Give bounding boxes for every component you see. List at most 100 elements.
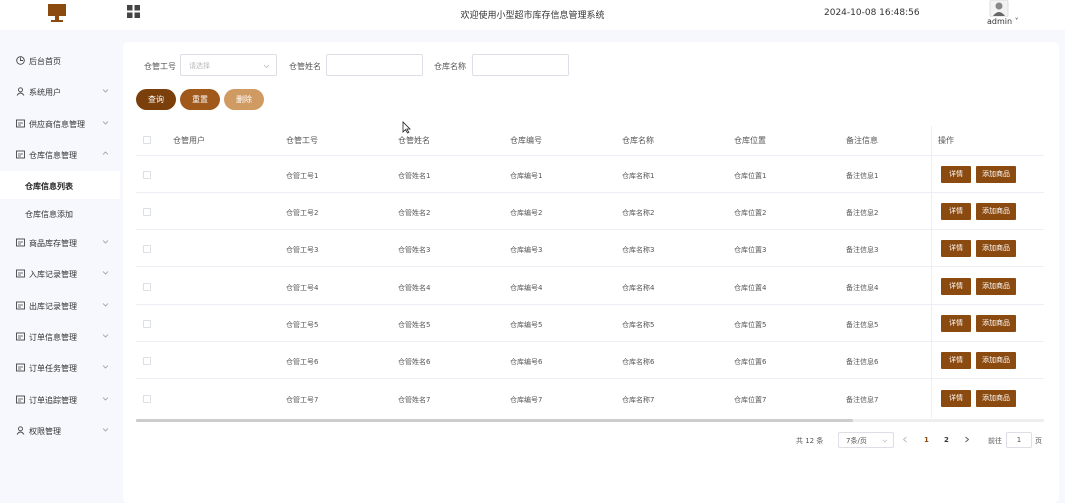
cell-manager-name: 仓管姓名6 [398, 358, 431, 366]
cell-manager-name: 仓管姓名5 [398, 321, 431, 329]
chevron-down-icon [102, 428, 109, 432]
manager-name-label: 仓管姓名 [289, 62, 321, 71]
warehouse-name-input[interactable] [472, 54, 569, 76]
add-goods-button[interactable]: 添加商品 [976, 278, 1016, 295]
cell-warehouse-no: 仓库编号5 [510, 321, 543, 329]
add-goods-button[interactable]: 添加商品 [976, 390, 1016, 407]
detail-button[interactable]: 详情 [941, 203, 971, 220]
datetime-display: 2024-10-08 16:48:56 [824, 8, 920, 18]
total-count: 共 12 条 [796, 437, 824, 445]
row-checkbox[interactable] [143, 245, 151, 253]
cell-warehouse-no: 仓库编号6 [510, 358, 543, 366]
user-avatar-icon[interactable] [989, 0, 1009, 17]
sidebar-item-order-info[interactable]: 订单信息管理 [0, 322, 120, 350]
sidebar-item-label: 订单追踪管理 [29, 396, 77, 405]
sidebar-item-goods-stock[interactable]: 商品库存管理 [0, 228, 120, 256]
list-icon [16, 269, 25, 278]
list-icon [16, 119, 25, 128]
cell-warehouse-location: 仓库位置1 [734, 172, 767, 180]
prev-page-icon[interactable] [902, 436, 908, 443]
sidebar-item-supplier[interactable]: 供应商信息管理 [0, 109, 120, 137]
manager-name-input[interactable] [326, 54, 423, 76]
row-checkbox[interactable] [143, 357, 151, 365]
cell-warehouse-location: 仓库位置5 [734, 321, 767, 329]
sidebar-item-label: 权限管理 [29, 427, 61, 436]
sidebar-item-inbound[interactable]: 入库记录管理 [0, 259, 120, 287]
list-icon [16, 395, 25, 404]
page-size-select[interactable]: 7条/页 [838, 432, 894, 448]
sidebar-item-label: 系统用户 [29, 88, 61, 97]
user-dropdown[interactable]: admin ˅ [987, 17, 1019, 26]
row-divider [136, 266, 1044, 267]
cell-manager-no: 仓管工号5 [286, 321, 319, 329]
chevron-down-icon [102, 334, 109, 338]
row-divider [136, 378, 1044, 379]
page-number-current[interactable]: 1 [924, 436, 929, 444]
col-header-manager-user: 仓管用户 [173, 136, 205, 145]
cell-manager-no: 仓管工号3 [286, 246, 319, 254]
sidebar-item-order-task[interactable]: 订单任务管理 [0, 353, 120, 381]
cell-warehouse-no: 仓库编号1 [510, 172, 543, 180]
sidebar-subitem-warehouse-list[interactable]: 仓库信息列表 [0, 171, 120, 199]
chevron-down-icon [102, 89, 109, 93]
col-header-manager-no: 仓管工号 [286, 136, 318, 145]
detail-button[interactable]: 详情 [941, 390, 971, 407]
reset-button[interactable]: 重置 [180, 89, 220, 110]
detail-button[interactable]: 详情 [941, 240, 971, 257]
row-checkbox[interactable] [143, 395, 151, 403]
detail-button[interactable]: 详情 [941, 352, 971, 369]
select-all-checkbox[interactable] [143, 136, 151, 144]
row-checkbox[interactable] [143, 208, 151, 216]
col-header-warehouse-name: 仓库名称 [622, 136, 654, 145]
user-icon [16, 87, 25, 96]
query-button[interactable]: 查询 [136, 89, 176, 110]
sidebar-item-label: 仓库信息管理 [29, 151, 77, 160]
next-page-icon[interactable] [964, 436, 970, 443]
cell-warehouse-location: 仓库位置4 [734, 284, 767, 292]
row-checkbox[interactable] [143, 320, 151, 328]
cell-remarks: 备注信息1 [846, 172, 879, 180]
manager-no-select[interactable]: 请选择 [180, 54, 277, 76]
detail-button[interactable]: 详情 [941, 166, 971, 183]
row-checkbox[interactable] [143, 171, 151, 179]
add-goods-button[interactable]: 添加商品 [976, 203, 1016, 220]
delete-button[interactable]: 删除 [224, 89, 264, 110]
goto-suffix: 页 [1035, 437, 1042, 445]
col-header-actions: 操作 [938, 136, 954, 145]
row-checkbox[interactable] [143, 283, 151, 291]
cell-warehouse-name: 仓库名称1 [622, 172, 655, 180]
cell-warehouse-name: 仓库名称3 [622, 246, 655, 254]
sidebar-item-label: 出库记录管理 [29, 302, 77, 311]
list-icon [16, 363, 25, 372]
sidebar-item-system-users[interactable]: 系统用户 [0, 77, 120, 105]
add-goods-button[interactable]: 添加商品 [976, 240, 1016, 257]
cell-warehouse-no: 仓库编号3 [510, 246, 543, 254]
chevron-down-icon [102, 303, 109, 307]
page-size-value: 7条/页 [846, 437, 867, 445]
app-root: 欢迎使用小型超市库存信息管理系统 2024-10-08 16:48:56 adm… [0, 0, 1065, 503]
row-divider [136, 229, 1044, 230]
add-goods-button[interactable]: 添加商品 [976, 166, 1016, 183]
cell-warehouse-location: 仓库位置6 [734, 358, 767, 366]
detail-button[interactable]: 详情 [941, 315, 971, 332]
sidebar-subitem-warehouse-add[interactable]: 仓库信息添加 [0, 199, 120, 227]
sidebar-item-warehouse[interactable]: 仓库信息管理 [0, 140, 120, 168]
goto-page-input[interactable]: 1 [1006, 432, 1032, 448]
page-number[interactable]: 2 [944, 436, 949, 444]
manager-no-label: 仓管工号 [144, 62, 176, 71]
col-header-manager-name: 仓管姓名 [398, 136, 430, 145]
add-goods-button[interactable]: 添加商品 [976, 315, 1016, 332]
user-icon [16, 426, 25, 435]
cell-manager-no: 仓管工号6 [286, 358, 319, 366]
chevron-down-icon [102, 365, 109, 369]
sidebar-item-outbound[interactable]: 出库记录管理 [0, 291, 120, 319]
header-divider [136, 155, 1044, 156]
detail-button[interactable]: 详情 [941, 278, 971, 295]
add-goods-button[interactable]: 添加商品 [976, 352, 1016, 369]
sidebar-item-home[interactable]: 后台首页 [0, 46, 120, 74]
horizontal-scrollbar-thumb[interactable] [136, 419, 853, 422]
sidebar-item-order-track[interactable]: 订单追踪管理 [0, 385, 120, 413]
sidebar-item-permissions[interactable]: 权限管理 [0, 416, 120, 444]
chevron-up-icon [102, 151, 109, 155]
chevron-down-icon [102, 397, 109, 401]
